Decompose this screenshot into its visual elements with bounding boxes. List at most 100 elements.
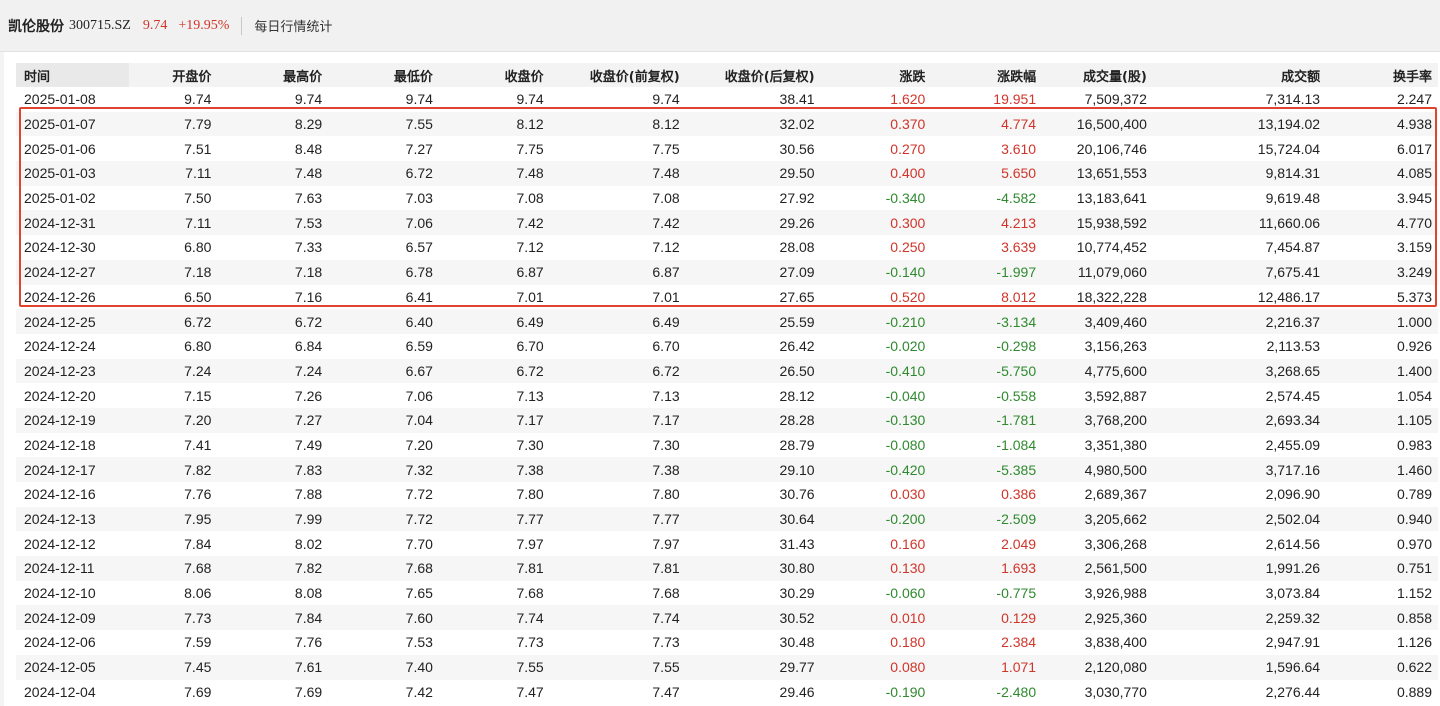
table-cell: 6.50 [184, 288, 212, 305]
table-cell: 29.77 [685, 654, 821, 680]
table-cell: 7.70 [405, 535, 433, 552]
table-cell: 9.74 [184, 91, 212, 108]
table-cell: 2024-12-17 [16, 457, 129, 482]
table-cell: 1.105 [1326, 407, 1438, 433]
table-cell: 29.46 [779, 683, 815, 700]
table-cell: 3,156,263 [1084, 338, 1147, 355]
column-header[interactable]: 时间 [16, 63, 129, 87]
table-cell: 2024-12-23 [16, 358, 129, 384]
table-cell: 28.12 [779, 387, 815, 404]
column-header[interactable]: 收盘价 [438, 63, 550, 87]
table-cell: 30.76 [779, 486, 815, 503]
table-cell: 0.130 [820, 556, 932, 581]
table-cell: 7.38 [438, 457, 550, 482]
table-cell: 7.68 [516, 585, 544, 602]
table-cell: 30.64 [685, 506, 821, 532]
table-cell: 3.249 [1326, 259, 1438, 285]
table-cell: -1.997 [931, 259, 1043, 285]
table-cell: 3,768,200 [1042, 407, 1153, 433]
table-cell: 4,980,500 [1042, 457, 1153, 482]
table-cell: 13,183,641 [1076, 190, 1147, 207]
table-cell: 7.80 [516, 486, 544, 503]
column-header[interactable]: 收盘价(后复权) [685, 63, 821, 87]
table-row: 2024-12-11 7.68 7.82 7.68 7.81 7.81 30.80 0.130… [16, 556, 1438, 581]
column-header[interactable]: 收盘价(前复权) [549, 63, 686, 87]
column-header[interactable]: 涨跌幅 [931, 63, 1043, 87]
table-cell: 29.26 [685, 210, 821, 236]
table-cell: 2024-12-18 [24, 436, 96, 453]
table-cell: 7.75 [652, 140, 680, 157]
column-header[interactable]: 成交量(股) [1042, 63, 1153, 87]
table-cell: 7.82 [128, 457, 218, 482]
table-cell: 1.693 [931, 556, 1043, 581]
table-cell: 2024-12-26 [24, 288, 96, 305]
table-cell: 6.72 [217, 309, 329, 334]
table-cell: 2,120,080 [1042, 654, 1153, 680]
table-panel: 时间 开盘价 最高价 最低价 收盘价 收盘价(前复权) 收盘价(后复权) 涨跌 涨跌幅 成交量(股… [4, 52, 1440, 706]
table-cell: -0.190 [885, 683, 926, 700]
table-cell: 7.41 [184, 436, 212, 453]
table-cell: 3,409,460 [1042, 309, 1153, 334]
table-cell: 8.012 [1001, 288, 1037, 305]
table-cell: 7.48 [438, 161, 550, 186]
table-row: 2024-12-31 7.11 7.53 7.06 7.42 7.42 29.26 0.300… [16, 210, 1438, 236]
table-cell: 3.610 [1001, 140, 1037, 157]
table-cell: 2025-01-02 [24, 190, 96, 207]
table-cell: 32.02 [685, 111, 821, 137]
table-cell: 1.460 [1326, 457, 1438, 482]
table-row: 2025-01-03 7.11 7.48 6.72 7.48 7.48 29.50 0.400… [16, 161, 1438, 186]
column-header[interactable]: 涨跌 [820, 63, 932, 87]
table-cell: 7.59 [184, 634, 212, 651]
table-cell: 2025-01-07 [16, 111, 129, 137]
table-cell: 7.76 [294, 634, 323, 651]
table-cell: 7.49 [294, 436, 323, 453]
table-cell: 3,592,887 [1084, 387, 1147, 404]
table-row: 2025-01-07 7.79 8.29 7.55 8.12 8.12 32.02 0.370… [16, 111, 1438, 137]
table-cell: 0.030 [890, 486, 926, 503]
table-cell: 6.84 [294, 338, 323, 355]
column-header[interactable]: 成交额 [1152, 63, 1327, 87]
table-cell: 7.42 [438, 210, 550, 236]
table-cell: 0.889 [1396, 683, 1432, 700]
table-cell: 1,596.64 [1152, 654, 1327, 680]
table-cell: 7.72 [328, 506, 439, 532]
table-cell: 7.53 [405, 634, 433, 651]
table-row: 2024-12-10 8.06 8.08 7.65 7.68 7.68 30.29 -0.06… [16, 581, 1438, 606]
table-cell: 6.40 [328, 309, 439, 334]
table-cell: 7.06 [328, 210, 439, 236]
table-cell: 7.55 [438, 654, 550, 680]
table-cell: 8.02 [294, 535, 323, 552]
column-header[interactable]: 开盘价 [128, 63, 218, 87]
table-cell: 9,814.31 [1152, 161, 1327, 186]
table-cell: 7.68 [128, 556, 218, 581]
table-cell: 7.83 [217, 457, 329, 482]
table-cell: 2,096.90 [1265, 486, 1321, 503]
table-cell: 2024-12-19 [16, 407, 129, 433]
table-cell: 9.74 [516, 91, 544, 108]
table-cell: 7.47 [652, 683, 680, 700]
table-cell: 7,314.13 [1265, 91, 1321, 108]
table-cell: -0.020 [885, 338, 926, 355]
table-cell: -0.558 [996, 387, 1037, 404]
table-cell: 7.17 [549, 407, 686, 433]
table-cell: 0.520 [890, 288, 926, 305]
tab-daily-stats[interactable]: 每日行情统计 [254, 16, 332, 35]
column-header[interactable]: 换手率 [1326, 63, 1438, 87]
table-cell: 0.622 [1326, 654, 1438, 680]
table-cell: 3,073.84 [1265, 585, 1321, 602]
table-cell: 16,500,400 [1042, 111, 1153, 137]
table-cell: 7.01 [652, 288, 680, 305]
table-cell: 25.59 [685, 309, 821, 334]
column-header[interactable]: 最低价 [328, 63, 439, 87]
table-cell: 8.06 [184, 585, 212, 602]
column-header[interactable]: 最高价 [217, 63, 329, 87]
table-cell: 7,675.41 [1152, 259, 1327, 285]
table-cell: 29.50 [685, 161, 821, 186]
table-row: 2024-12-19 7.20 7.27 7.04 7.17 7.17 28.28 -0.13… [16, 407, 1438, 433]
table-cell: -2.509 [931, 506, 1043, 532]
table-cell: -0.060 [885, 585, 926, 602]
table-cell: 7.24 [217, 358, 329, 384]
table-cell: 2024-12-13 [16, 506, 129, 532]
table-cell: 7.45 [128, 654, 218, 680]
table-cell: -0.040 [885, 387, 926, 404]
